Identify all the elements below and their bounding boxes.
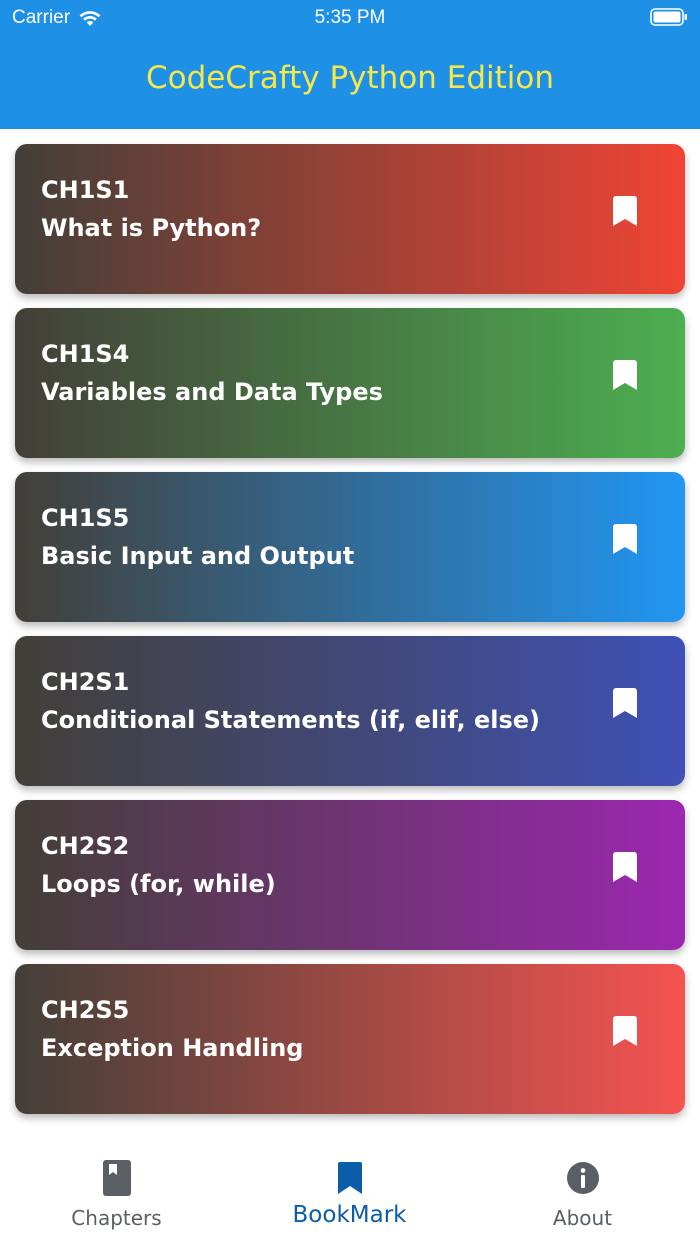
bookmark-card[interactable]: CH1S5 Basic Input and Output — [15, 472, 685, 622]
tab-about[interactable]: About — [466, 1144, 699, 1244]
tab-label: Chapters — [71, 1206, 162, 1230]
card-section-code: CH2S5 — [41, 996, 130, 1024]
tab-bookmark[interactable]: BookMark — [233, 1144, 466, 1244]
bookmark-card[interactable]: CH2S1 Conditional Statements (if, elif, … — [15, 636, 685, 786]
tab-label: BookMark — [292, 1202, 407, 1228]
bookmark-card[interactable]: CH1S1 What is Python? — [15, 144, 685, 294]
status-bar: Carrier 5:35 PM — [0, 0, 700, 36]
bookmark-card[interactable]: CH1S4 Variables and Data Types — [15, 308, 685, 458]
card-section-title: Variables and Data Types — [41, 378, 383, 406]
battery-icon — [650, 8, 687, 26]
bookmark-card[interactable]: CH2S5 Exception Handling — [15, 964, 685, 1114]
card-section-title: Loops (for, while) — [41, 870, 276, 898]
card-section-title: What is Python? — [41, 214, 262, 242]
bookmark-icon — [337, 1162, 362, 1194]
card-section-code: CH1S4 — [41, 340, 130, 368]
bookmark-list: CH1S1 What is Python? CH1S4 Variables an… — [15, 144, 685, 1128]
bottom-nav: Chapters BookMark About — [0, 1144, 700, 1244]
tab-chapters[interactable]: Chapters — [0, 1144, 233, 1244]
status-time: 5:35 PM — [314, 7, 386, 28]
bookmark-icon[interactable] — [613, 1016, 637, 1046]
bookmark-icon[interactable] — [613, 688, 637, 718]
bookmark-icon[interactable] — [613, 196, 637, 226]
bookmark-icon[interactable] — [613, 852, 637, 882]
bookmark-icon[interactable] — [613, 524, 637, 554]
info-icon — [566, 1162, 599, 1194]
bookmark-icon[interactable] — [613, 360, 637, 390]
app-bar: Carrier 5:35 PM CodeCrafty Python Editio… — [0, 0, 700, 129]
card-section-title: Exception Handling — [41, 1034, 304, 1062]
card-section-code: CH1S5 — [41, 504, 130, 532]
card-section-title: Conditional Statements (if, elif, else) — [41, 706, 540, 734]
bookmark-card[interactable]: CH2S2 Loops (for, while) — [15, 800, 685, 950]
card-section-code: CH2S2 — [41, 832, 130, 860]
book-icon — [102, 1160, 131, 1196]
card-section-title: Basic Input and Output — [41, 542, 355, 570]
page-title: CodeCrafty Python Edition — [145, 60, 555, 96]
card-section-code: CH2S1 — [41, 668, 130, 696]
card-section-code: CH1S1 — [41, 176, 130, 204]
tab-label: About — [552, 1206, 613, 1230]
